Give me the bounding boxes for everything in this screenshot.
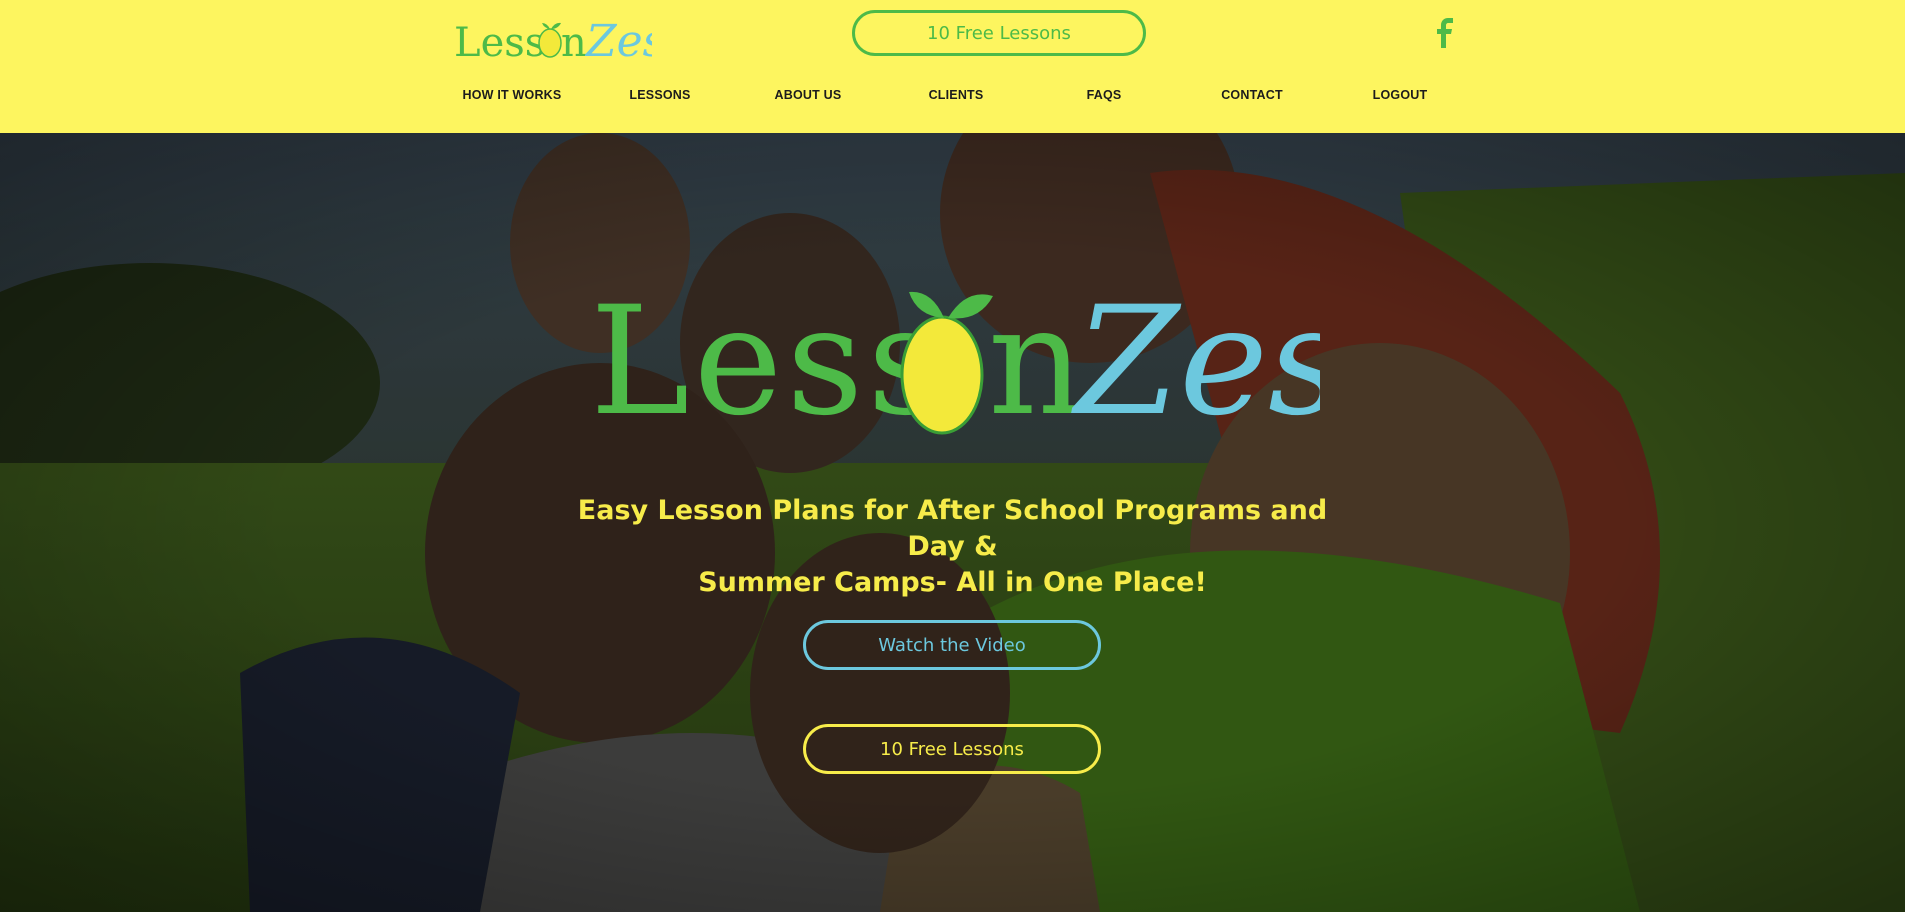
- svg-text:n: n: [988, 275, 1085, 443]
- svg-text:Zest: Zest: [584, 16, 652, 64]
- site-header: Less n Zest 10 Free Lessons HOW IT WORKS…: [0, 0, 1905, 133]
- hero-tagline: Easy Lesson Plans for After School Progr…: [560, 493, 1345, 601]
- nav-clients[interactable]: CLIENTS: [882, 88, 1030, 106]
- free-lessons-hero-button[interactable]: 10 Free Lessons: [803, 724, 1101, 774]
- svg-text:Less: Less: [454, 20, 545, 64]
- nav-faqs[interactable]: FAQS: [1030, 88, 1178, 106]
- site-logo[interactable]: Less n Zest: [452, 12, 652, 64]
- nav-how-it-works[interactable]: HOW IT WORKS: [438, 88, 586, 106]
- nav-about-us[interactable]: ABOUT US: [734, 88, 882, 106]
- hero-tagline-line-1: Easy Lesson Plans for After School Progr…: [577, 495, 1328, 562]
- main-nav: HOW IT WORKS LESSONS ABOUT US CLIENTS FA…: [438, 88, 1478, 106]
- nav-lessons[interactable]: LESSONS: [586, 88, 734, 106]
- svg-text:n: n: [561, 20, 587, 64]
- svg-text:Less: Less: [590, 275, 948, 443]
- facebook-icon[interactable]: [1435, 18, 1455, 48]
- svg-text:Zest: Zest: [1071, 275, 1320, 443]
- hero-logo: Less n Zest: [590, 275, 1320, 443]
- nav-logout[interactable]: LOGOUT: [1326, 88, 1474, 106]
- nav-contact[interactable]: CONTACT: [1178, 88, 1326, 106]
- free-lessons-header-button[interactable]: 10 Free Lessons: [852, 10, 1146, 56]
- hero-section: Less n Zest Easy Lesson Plans for After …: [0, 133, 1905, 912]
- hero-tagline-line-2: Summer Camps- All in One Place!: [698, 567, 1207, 598]
- watch-video-button[interactable]: Watch the Video: [803, 620, 1101, 670]
